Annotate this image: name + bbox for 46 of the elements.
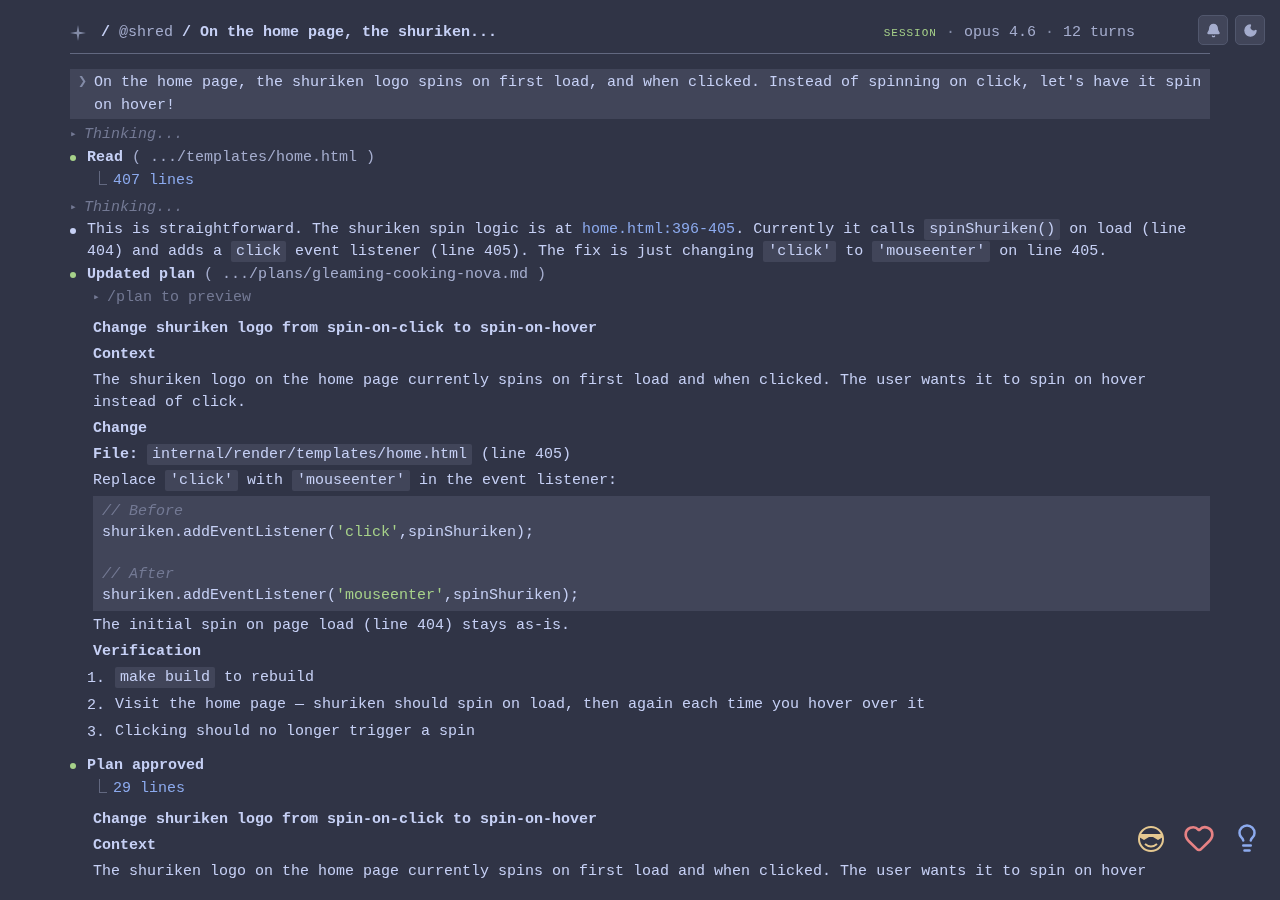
session-title: / On the home page, the shuriken... xyxy=(182,22,498,43)
result-count: 29 lines xyxy=(113,779,185,799)
branch-icon xyxy=(99,170,107,185)
paragraph: Replace 'click' with 'mouseenter' in the event listener: xyxy=(93,470,619,492)
notifications-button[interactable] xyxy=(1198,15,1228,45)
tool-argument: ( .../plans/gleaming-cooking-nova.md ) xyxy=(204,265,547,285)
thinking-toggle[interactable]: ▸ Thinking... xyxy=(70,196,184,219)
preview-toggle[interactable]: ▸ /plan to preview xyxy=(70,286,1210,309)
result-count: 407 lines xyxy=(113,171,194,191)
list-number: 3. xyxy=(87,723,106,743)
prompt-marker: ❯ xyxy=(78,73,89,93)
paragraph: The shuriken logo on the home page currently spins on first load and when clicked. The user wants it to spin on hover xyxy=(93,862,1148,882)
list-item: Visit the home page — shuriken should spin on load, then again each time you hover over it xyxy=(115,695,926,715)
plan-title: Change shuriken logo from spin-on-click to spin-on-hover xyxy=(93,810,598,830)
thinking-toggle[interactable]: ▸ Thinking... xyxy=(70,123,184,146)
tool-name: Plan approved xyxy=(87,756,205,776)
sparkle-icon xyxy=(70,25,86,41)
session-label: SESSION xyxy=(883,25,937,41)
paragraph: The initial spin on page load (line 404) stays as-is. xyxy=(93,616,572,636)
paragraph: The shuriken logo on the home page currently spins on first load and when clicked. The user wants it to spin on hover instead of click. xyxy=(93,371,1148,413)
section-heading: Context xyxy=(93,345,156,365)
list-item: make build to rebuild xyxy=(115,667,315,690)
list-number: 2. xyxy=(87,696,106,716)
moon-icon xyxy=(1242,22,1258,38)
tool-argument: ( .../templates/home.html ) xyxy=(132,148,376,168)
separator-dot: · xyxy=(945,22,955,43)
username: @shred xyxy=(119,22,174,43)
section-heading: Change xyxy=(93,419,147,439)
session-info: 12 turns xyxy=(1063,22,1135,43)
list-number: 1. xyxy=(87,669,106,689)
breadcrumb-separator: / xyxy=(101,22,110,43)
branch-icon xyxy=(99,778,107,793)
section-heading: Context xyxy=(93,836,156,856)
session-info: opus 4.6 xyxy=(963,22,1036,43)
bell-icon xyxy=(1205,22,1221,38)
assistant-text: This is straightforward. The shuriken spin logic is at home.html:396-405. Currently it calls spinShuriken() on load (line 404) and adds a click event listener (line 405). The fix is just changing 'click' to 'mouseenter' on line 405. xyxy=(87,219,1188,263)
section-heading: Verification xyxy=(93,642,202,662)
code-block: // Before shuriken.addEventListener('click',spinShuriken); // After shuriken.addEventListener('mouseenter',spinShuriken); xyxy=(93,496,1210,611)
separator-dot: · xyxy=(1044,22,1054,43)
prompt-text: On the home page, the shuriken logo spins on first load, and when clicked. Instead of spinning on click, let's have it spin on hover! xyxy=(94,73,1202,116)
plan-title: Change shuriken logo from spin-on-click to spin-on-hover xyxy=(93,319,598,339)
theme-toggle-button[interactable] xyxy=(1235,15,1265,45)
tool-name: Read xyxy=(87,148,123,168)
tool-name: Updated plan xyxy=(87,265,196,285)
list-item: Clicking should no longer trigger a spin xyxy=(115,722,476,742)
sunglasses-face-icon[interactable] xyxy=(1136,823,1166,853)
